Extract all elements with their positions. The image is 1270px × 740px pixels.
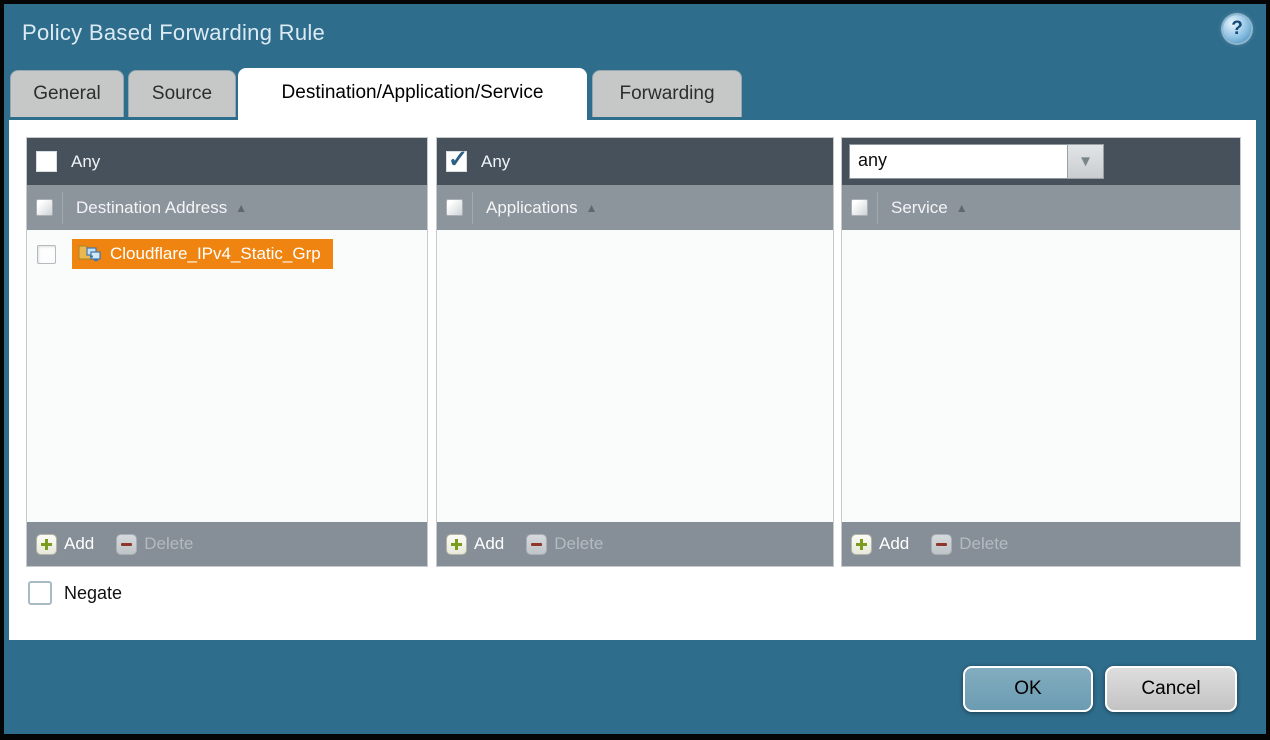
delete-icon <box>116 534 137 555</box>
destination-row-item[interactable]: Cloudflare_IPv4_Static_Grp <box>72 239 333 269</box>
service-dropdown-value[interactable]: any <box>849 144 1067 179</box>
service-select-all-checkbox[interactable] <box>851 199 868 216</box>
address-group-icon <box>78 242 102 267</box>
applications-any-checkbox[interactable]: ✓ <box>446 151 467 172</box>
applications-delete-button[interactable]: Delete <box>526 534 603 555</box>
negate-checkbox[interactable] <box>28 581 52 605</box>
help-icon[interactable]: ? <box>1223 15 1251 43</box>
sort-asc-icon[interactable]: ▲ <box>586 201 598 215</box>
add-icon <box>36 534 57 555</box>
sort-asc-icon[interactable]: ▲ <box>956 201 968 215</box>
dropdown-button[interactable]: ▼ <box>1067 144 1104 179</box>
service-add-button[interactable]: Add <box>851 534 909 555</box>
service-list <box>842 230 1240 522</box>
destination-any-checkbox[interactable] <box>36 151 57 172</box>
service-any-bar: any ▼ <box>842 138 1240 185</box>
dialog-background: Policy Based Forwarding Rule ? General S… <box>4 4 1266 734</box>
tab-general[interactable]: General <box>10 70 124 117</box>
destination-footer: Add Delete <box>27 522 427 566</box>
header-divider <box>472 192 473 224</box>
dialog-title: Policy Based Forwarding Rule <box>22 20 325 46</box>
tab-source[interactable]: Source <box>128 70 236 117</box>
applications-any-label: Any <box>481 152 510 172</box>
service-header-label[interactable]: Service <box>891 198 948 218</box>
applications-header-label[interactable]: Applications <box>486 198 578 218</box>
delete-icon <box>526 534 547 555</box>
applications-list <box>437 230 833 522</box>
tab-destination-application-service[interactable]: Destination/Application/Service <box>238 68 587 122</box>
service-header-row: Service ▲ <box>842 185 1240 230</box>
destination-select-all-checkbox[interactable] <box>36 199 53 216</box>
sort-asc-icon[interactable]: ▲ <box>235 201 247 215</box>
add-icon <box>851 534 872 555</box>
applications-header-row: Applications ▲ <box>437 185 833 230</box>
negate-label: Negate <box>64 583 122 604</box>
destination-row-label: Cloudflare_IPv4_Static_Grp <box>110 244 321 264</box>
destination-column: Any Destination Address ▲ <box>26 137 428 567</box>
service-column: any ▼ Service ▲ Add <box>841 137 1241 567</box>
applications-any-bar: ✓ Any <box>437 138 833 185</box>
destination-delete-button[interactable]: Delete <box>116 534 193 555</box>
policy-based-forwarding-dialog: Policy Based Forwarding Rule ? General S… <box>0 0 1270 740</box>
destination-row: Cloudflare_IPv4_Static_Grp <box>27 230 427 269</box>
cancel-button[interactable]: Cancel <box>1105 666 1237 712</box>
service-delete-button[interactable]: Delete <box>931 534 1008 555</box>
destination-add-button[interactable]: Add <box>36 534 94 555</box>
ok-button[interactable]: OK <box>963 666 1093 712</box>
delete-icon <box>931 534 952 555</box>
destination-header-label[interactable]: Destination Address <box>76 198 227 218</box>
checkmark-icon: ✓ <box>448 145 468 174</box>
destination-header-row: Destination Address ▲ <box>27 185 427 230</box>
destination-any-label: Any <box>71 152 100 172</box>
tab-content-panel: Any Destination Address ▲ <box>9 120 1256 640</box>
destination-any-bar: Any <box>27 138 427 185</box>
destination-list: Cloudflare_IPv4_Static_Grp <box>27 230 427 522</box>
applications-column: ✓ Any Applications ▲ Add <box>436 137 834 567</box>
applications-footer: Add Delete <box>437 522 833 566</box>
tab-forwarding[interactable]: Forwarding <box>592 70 742 117</box>
destination-row-checkbox[interactable] <box>37 245 56 264</box>
applications-select-all-checkbox[interactable] <box>446 199 463 216</box>
service-footer: Add Delete <box>842 522 1240 566</box>
header-divider <box>877 192 878 224</box>
service-dropdown[interactable]: any ▼ <box>849 144 1104 179</box>
header-divider <box>62 192 63 224</box>
applications-add-button[interactable]: Add <box>446 534 504 555</box>
chevron-down-icon: ▼ <box>1078 153 1093 170</box>
add-icon <box>446 534 467 555</box>
negate-option: Negate <box>28 581 122 605</box>
